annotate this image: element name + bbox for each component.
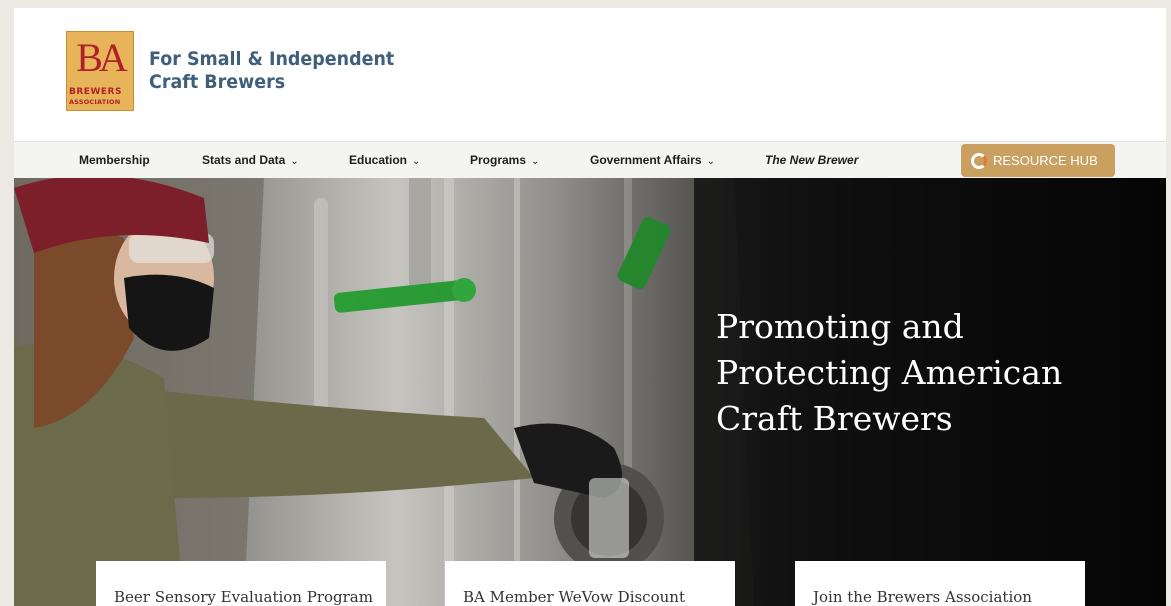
hero-title-line2: Protecting American: [716, 353, 1063, 392]
card-beer-sensory[interactable]: Beer Sensory Evaluation Program: [96, 561, 386, 606]
page-frame: BA BREWERS ASSOCIATION For Small & Indep…: [14, 8, 1166, 606]
logo-line2: ASSOCIATION: [69, 98, 121, 106]
brewers-association-logo[interactable]: BA BREWERS ASSOCIATION: [66, 31, 134, 111]
tagline-line2: Craft Brewers: [149, 71, 286, 93]
resource-hub-label: RESOURCE HUB: [993, 153, 1098, 168]
main-nav: Membership Stats and Data ⌄ Education ⌄ Pr…: [14, 141, 1166, 178]
nav-label: Membership: [79, 153, 150, 167]
tagline-line1: For Small & Independent: [149, 48, 395, 70]
nav-label: Stats and Data: [202, 153, 286, 167]
hero-banner: Promoting and Protecting American Craft …: [14, 178, 1166, 606]
logo-letters: BA: [76, 35, 128, 80]
logo-wordmark: BREWERS ASSOCIATION: [69, 87, 133, 107]
card-join-ba[interactable]: Join the Brewers Association: [795, 561, 1085, 606]
nav-label: Programs: [470, 153, 527, 167]
card-title: Beer Sensory Evaluation Program: [114, 588, 373, 606]
ring-icon: [971, 152, 987, 169]
hero-title-line1: Promoting and: [716, 307, 964, 346]
card-title: BA Member WeVow Discount: [463, 588, 685, 606]
nav-item-education[interactable]: Education ⌄: [349, 153, 420, 167]
nav-item-government-affairs[interactable]: Government Affairs ⌄: [590, 153, 715, 167]
nav-item-stats-and-data[interactable]: Stats and Data ⌄: [202, 153, 299, 167]
hero-title: Promoting and Protecting American Craft …: [716, 304, 1156, 442]
site-header: BA BREWERS ASSOCIATION For Small & Indep…: [14, 8, 1166, 141]
chevron-down-icon: ⌄: [531, 156, 540, 167]
chevron-down-icon: ⌄: [290, 156, 299, 167]
site-tagline: For Small & Independent Craft Brewers: [149, 48, 394, 94]
chevron-down-icon: ⌄: [706, 156, 715, 167]
logo-line1: BREWERS: [69, 87, 122, 97]
nav-item-the-new-brewer[interactable]: The New Brewer: [765, 153, 858, 167]
nav-item-membership[interactable]: Membership: [79, 153, 150, 167]
nav-label: Government Affairs: [590, 153, 702, 167]
card-wevow-discount[interactable]: BA Member WeVow Discount: [445, 561, 735, 606]
nav-label: The New Brewer: [765, 153, 859, 167]
chevron-down-icon: ⌄: [412, 156, 421, 167]
resource-hub-button[interactable]: RESOURCE HUB: [961, 144, 1115, 177]
hero-title-line3: Craft Brewers: [716, 399, 953, 438]
nav-label: Education: [349, 153, 408, 167]
card-title: Join the Brewers Association: [813, 588, 1032, 606]
nav-item-programs[interactable]: Programs ⌄: [470, 153, 539, 167]
